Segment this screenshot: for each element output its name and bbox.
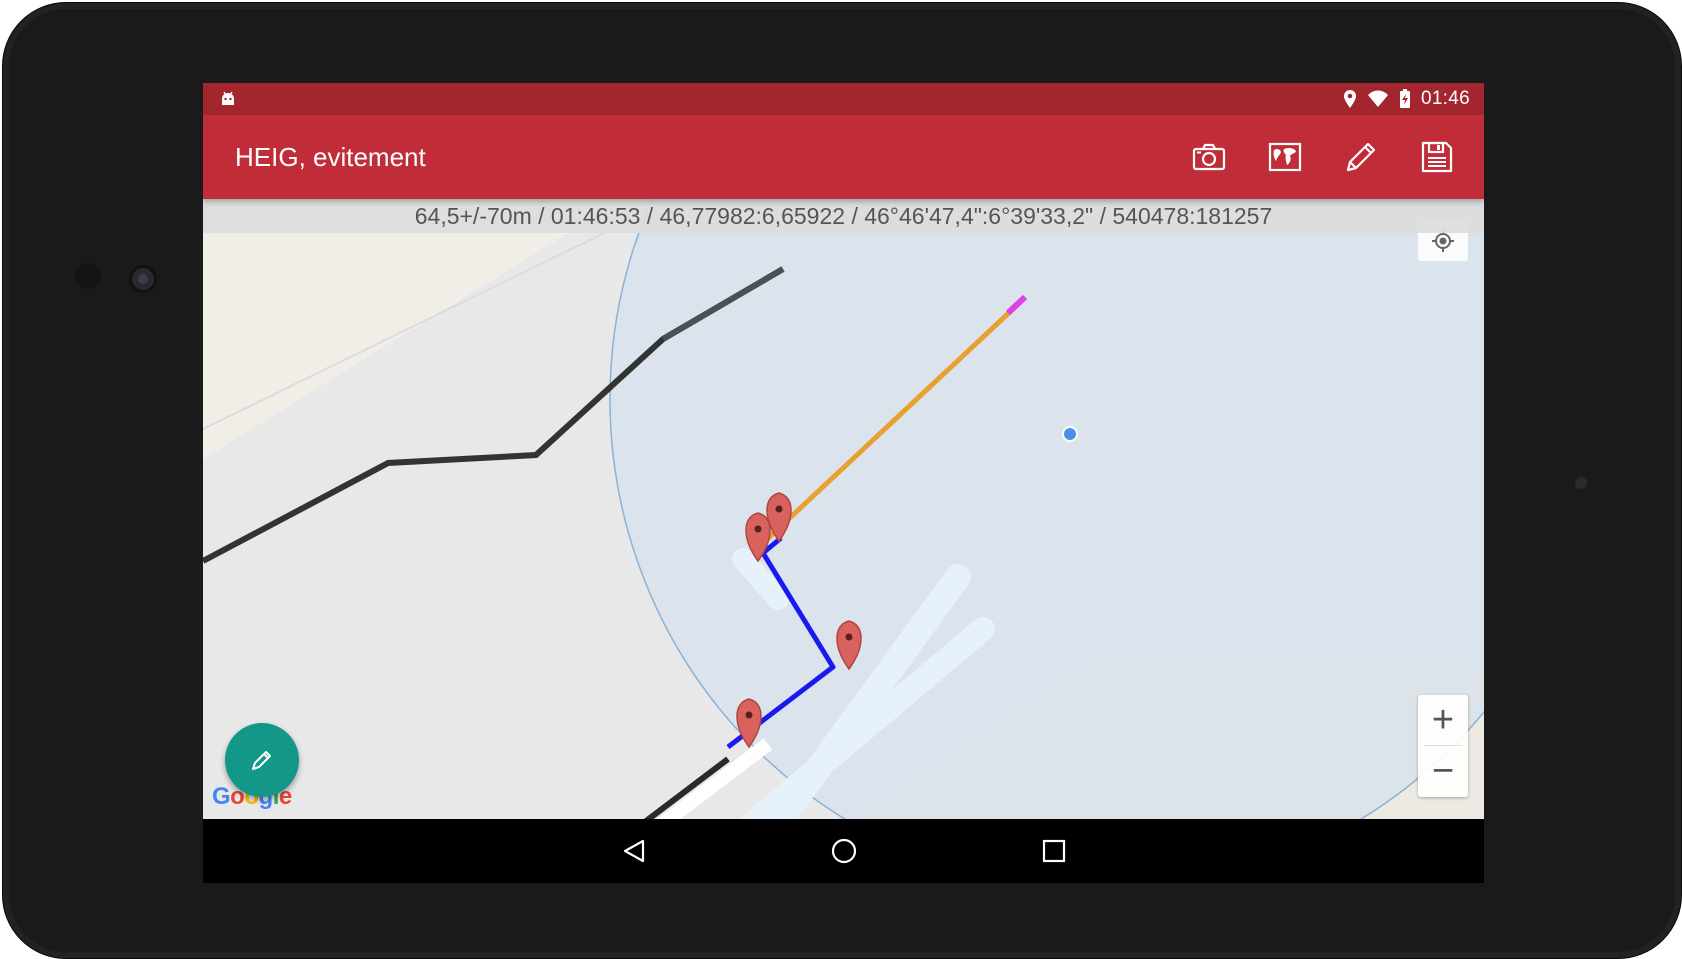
- zoom-out-button[interactable]: −: [1418, 746, 1468, 796]
- wifi-icon: [1367, 90, 1388, 107]
- back-button[interactable]: [614, 831, 654, 871]
- tablet-frame: + − Google: [2, 2, 1682, 959]
- zoom-in-button[interactable]: +: [1418, 695, 1468, 745]
- recents-button[interactable]: [1034, 831, 1074, 871]
- status-time: 01:46: [1420, 88, 1470, 109]
- screen: + − Google: [203, 83, 1484, 883]
- battery-charging-icon: [1399, 89, 1410, 108]
- map-layers-button[interactable]: [1268, 140, 1302, 174]
- pencil-icon: [252, 751, 271, 770]
- position-info-bar: 64,5+/-70m / 01:46:53 / 46,77982:6,65922…: [203, 199, 1484, 233]
- edit-fab[interactable]: [225, 723, 299, 797]
- proximity-sensor: [75, 263, 101, 289]
- back-icon: [623, 839, 644, 863]
- edit-button[interactable]: [1344, 140, 1378, 174]
- navigation-bar: [203, 819, 1484, 883]
- recents-icon: [1042, 839, 1065, 863]
- home-icon: [831, 838, 856, 864]
- android-debug-icon: [222, 91, 234, 105]
- app-bar: HEIG, evitement: [203, 115, 1484, 199]
- status-bar: 01:46: [203, 83, 1484, 115]
- map-canvas[interactable]: [203, 83, 1484, 883]
- app-bar-actions: [1192, 115, 1454, 199]
- camera-button[interactable]: [1192, 140, 1226, 174]
- front-camera: [129, 265, 157, 293]
- map-view[interactable]: [203, 83, 1484, 883]
- notification-led: [1575, 477, 1587, 489]
- save-button[interactable]: [1420, 140, 1454, 174]
- app-title: HEIG, evitement: [235, 142, 426, 172]
- location-icon: [1343, 90, 1356, 108]
- home-button[interactable]: [824, 831, 864, 871]
- zoom-controls: + −: [1418, 695, 1468, 797]
